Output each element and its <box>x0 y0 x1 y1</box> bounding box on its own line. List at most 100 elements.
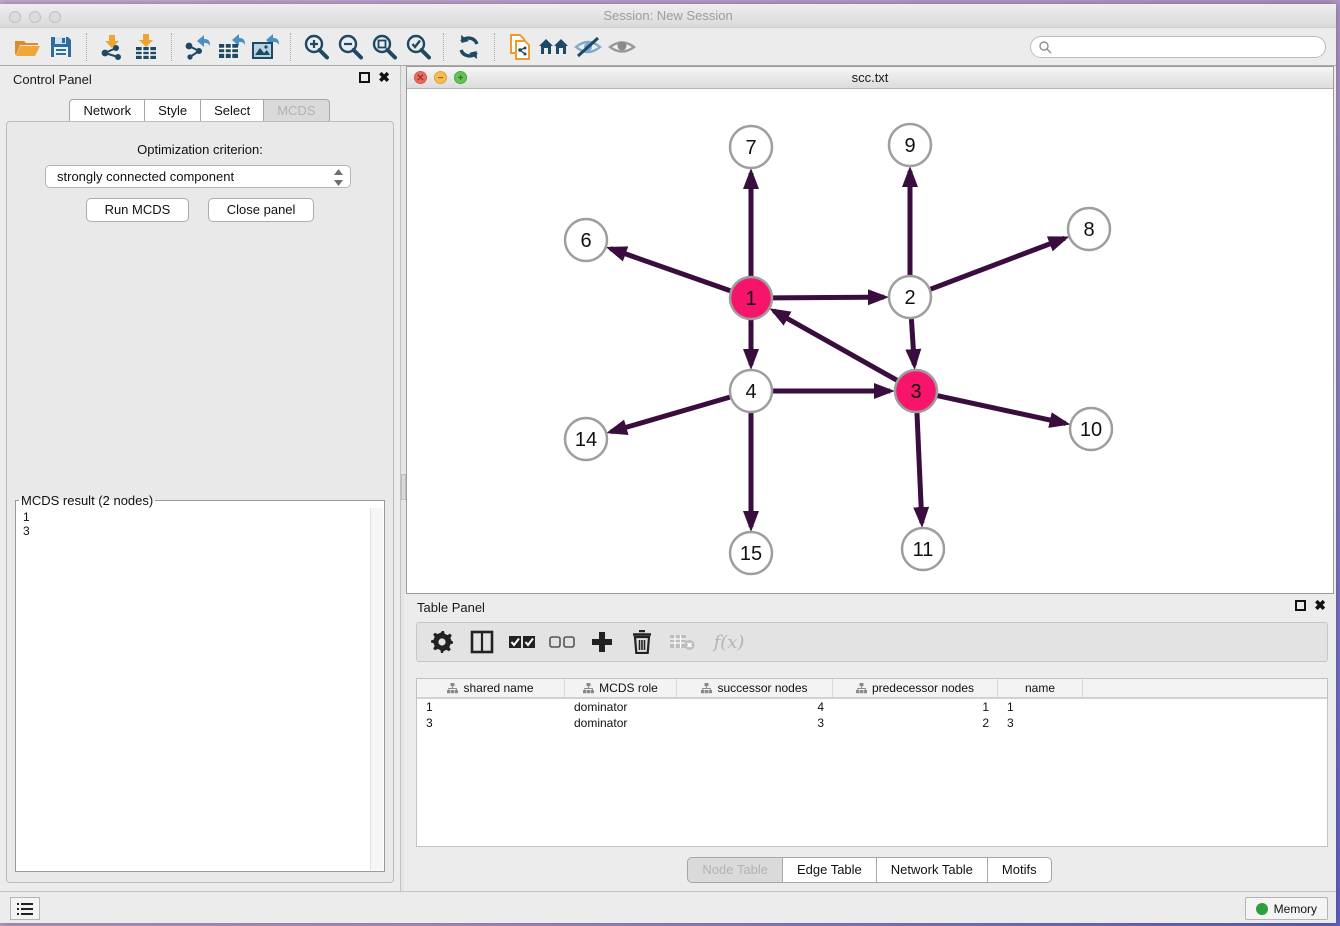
function-builder-button[interactable]: f(x) <box>709 629 749 655</box>
eye-icon <box>607 35 637 59</box>
checked-boxes-icon <box>509 635 535 649</box>
table-toolbar: f(x) <box>416 622 1328 662</box>
graph-node-label-1: 1 <box>745 288 756 310</box>
zoom-out-button[interactable] <box>333 32 367 62</box>
tab-network[interactable]: Network <box>69 99 145 123</box>
tab-network-table[interactable]: Network Table <box>876 857 988 883</box>
deselect-all-button[interactable] <box>549 629 575 655</box>
column-header-successor-nodes[interactable]: successor nodes <box>677 679 833 697</box>
task-history-button[interactable] <box>10 897 40 920</box>
graph-edge-1-6[interactable] <box>611 249 731 291</box>
table-settings-button[interactable] <box>429 629 455 655</box>
import-network-button[interactable] <box>95 32 129 62</box>
tab-style[interactable]: Style <box>144 99 201 123</box>
table-cell[interactable]: 3 <box>998 715 1083 731</box>
table-cell[interactable]: 1 <box>998 699 1083 715</box>
save-session-button[interactable] <box>44 32 78 62</box>
optimization-criterion-label: Optimization criterion: <box>7 142 393 157</box>
graph-edge-2-8[interactable] <box>931 238 1065 289</box>
tab-mcds[interactable]: MCDS <box>263 99 329 123</box>
main-titlebar: Session: New Session <box>0 4 1336 28</box>
column-header-name[interactable]: name <box>998 679 1083 697</box>
toolbar-separator <box>443 33 444 61</box>
table-panel-title: Table Panel <box>417 600 485 615</box>
mcds-result-text[interactable]: 1 3 <box>17 508 370 870</box>
graph-node-label-2: 2 <box>904 287 915 309</box>
plus-icon <box>591 631 613 653</box>
tab-edge-table[interactable]: Edge Table <box>782 857 877 883</box>
delete-row-button[interactable] <box>629 629 655 655</box>
graph-edge-2-3[interactable] <box>911 319 914 365</box>
memory-label: Memory <box>1274 902 1317 916</box>
hide-selected-button[interactable] <box>571 32 605 62</box>
refresh-view-button[interactable] <box>452 32 486 62</box>
houses-icon <box>538 35 570 59</box>
network-canvas[interactable]: 7968124314101511 <box>407 89 1335 591</box>
table-cell[interactable]: 1 <box>833 699 998 715</box>
table-cell[interactable]: dominator <box>565 699 677 715</box>
add-row-button[interactable] <box>589 629 615 655</box>
graph-node-label-6: 6 <box>580 230 591 252</box>
column-header-shared-name[interactable]: shared name <box>417 679 565 697</box>
delete-table-button[interactable] <box>669 629 695 655</box>
toolbar-separator <box>171 33 172 61</box>
application-window: Session: New Session <box>0 4 1336 923</box>
graph-node-label-3: 3 <box>910 381 921 403</box>
export-network-button[interactable] <box>180 32 214 62</box>
table-row[interactable]: 1dominator411 <box>417 699 1327 715</box>
refresh-icon <box>456 34 482 60</box>
control-panel: Control Panel ✖ Network Style Select MCD… <box>0 66 400 891</box>
first-neighbors-button[interactable] <box>537 32 571 62</box>
open-session-button[interactable] <box>10 32 44 62</box>
run-mcds-button[interactable]: Run MCDS <box>86 198 190 222</box>
graph-edge-3-10[interactable] <box>937 396 1065 424</box>
clone-network-button[interactable] <box>503 32 537 62</box>
criterion-select[interactable]: strongly connected component <box>45 165 351 188</box>
clone-network-icon <box>507 33 533 61</box>
table-cell[interactable]: 1 <box>417 699 565 715</box>
column-header-label: predecessor nodes <box>872 681 974 695</box>
memory-button[interactable]: Memory <box>1245 897 1328 920</box>
table-cell[interactable]: dominator <box>565 715 677 731</box>
tab-select[interactable]: Select <box>200 99 264 123</box>
unchecked-boxes-icon <box>549 635 575 649</box>
delete-table-icon <box>669 633 695 651</box>
float-panel-icon[interactable] <box>359 72 370 83</box>
table-close-panel-icon[interactable]: ✖ <box>1314 600 1326 611</box>
close-panel-icon[interactable]: ✖ <box>378 72 390 83</box>
search-input[interactable] <box>1030 36 1326 58</box>
export-image-button[interactable] <box>248 32 282 62</box>
fx-icon: f(x) <box>714 632 745 653</box>
import-network-icon <box>99 34 125 60</box>
graph-edge-3-11[interactable] <box>917 413 922 523</box>
table-cell[interactable]: 3 <box>417 715 565 731</box>
zoom-out-icon <box>337 34 363 60</box>
control-panel-header: Control Panel ✖ <box>0 66 400 92</box>
column-header-predecessor-nodes[interactable]: predecessor nodes <box>833 679 998 697</box>
import-table-button[interactable] <box>129 32 163 62</box>
tab-node-table[interactable]: Node Table <box>687 857 783 883</box>
table-cell[interactable]: 4 <box>677 699 833 715</box>
select-all-button[interactable] <box>509 629 535 655</box>
export-table-button[interactable] <box>214 32 248 62</box>
zoom-selected-button[interactable] <box>401 32 435 62</box>
table-float-panel-icon[interactable] <box>1295 600 1306 611</box>
show-all-button[interactable] <box>605 32 639 62</box>
table-row[interactable]: 3dominator323 <box>417 715 1327 731</box>
table-cell[interactable]: 3 <box>677 715 833 731</box>
zoom-fit-button[interactable] <box>367 32 401 62</box>
zoom-in-button[interactable] <box>299 32 333 62</box>
graph-edge-1-2[interactable] <box>773 297 884 298</box>
table-cell[interactable]: 2 <box>833 715 998 731</box>
result-scrollbar[interactable] <box>370 508 383 870</box>
save-floppy-icon <box>49 35 73 59</box>
graph-node-label-8: 8 <box>1083 219 1094 241</box>
show-column-button[interactable] <box>469 629 495 655</box>
close-panel-button[interactable]: Close panel <box>208 198 315 222</box>
node-table[interactable]: shared nameMCDS rolesuccessor nodes prede… <box>416 678 1328 847</box>
tab-motifs[interactable]: Motifs <box>987 857 1052 883</box>
graph-edge-3-1[interactable] <box>774 311 897 380</box>
main-toolbar <box>0 28 1336 66</box>
graph-edge-4-14[interactable] <box>611 397 730 432</box>
column-header-MCDS-role[interactable]: MCDS role <box>565 679 677 697</box>
